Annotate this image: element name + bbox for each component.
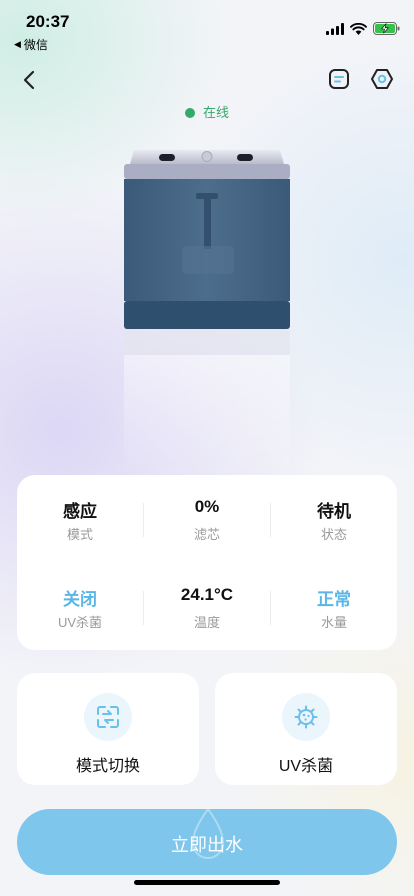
filter-value: 0% [194,497,220,516]
state-label: 状态 [320,527,347,542]
filter-info: 0% 滤芯 [144,497,270,543]
uv-info: 关闭 UV杀菌 [17,585,143,631]
dispense-water-label: 立即出水 [171,835,243,855]
uv-icon-wrap [282,693,330,741]
temperature-info: 24.1°C 温度 [144,585,270,631]
temperature-label: 温度 [193,615,220,630]
mode-switch-icon-wrap [84,693,132,741]
device-info-card: 感应 模式 0% 滤芯 待机 状态 关闭 UV杀菌 24.1°C 温度 正常 水… [17,475,397,650]
settings-hex-icon[interactable] [370,67,394,91]
virus-icon [294,705,318,729]
mode-switch-label: 模式切换 [75,758,140,775]
status-icons [326,22,400,35]
water-level-label: 水量 [320,615,347,630]
mode-switch-button[interactable]: 模式切换 [17,673,199,785]
temperature-value: 24.1°C [180,585,234,604]
water-level-info: 正常 水量 [271,585,397,631]
state-value: 待机 [317,502,351,521]
battery-charging-icon [373,22,400,35]
mode-label: 模式 [66,527,93,542]
back-app-label: 微信 [23,38,48,52]
wifi-icon [350,22,367,35]
uv-sterilize-label: UV杀菌 [278,758,334,775]
chevron-left-icon[interactable] [16,66,44,94]
signal-icon [326,22,344,35]
back-to-app-link[interactable]: ◀ 微信 [14,36,48,53]
online-dot [184,108,195,118]
status-time: 20:37 [26,12,70,31]
mode-value: 感应 [63,502,97,521]
water-dispenser-image [124,150,290,478]
status-bar: 20:37 ◀ 微信 [0,0,414,56]
uv-value: 关闭 [63,590,97,609]
filter-label: 滤芯 [193,527,220,542]
water-level-value: 正常 [317,590,351,609]
state-info: 待机 状态 [271,497,397,543]
back-triangle-icon: ◀ [14,39,21,49]
online-label: 在线 [202,105,229,120]
uv-label: UV杀菌 [57,615,103,630]
mode-info: 感应 模式 [17,497,143,543]
document-icon[interactable] [328,68,350,90]
mode-switch-icon [97,706,119,728]
home-indicator[interactable] [134,880,280,885]
device-online-status: 在线 [0,102,414,121]
uv-sterilize-button[interactable]: UV杀菌 [215,673,397,785]
dispense-water-button[interactable]: 立即出水 [17,809,397,875]
